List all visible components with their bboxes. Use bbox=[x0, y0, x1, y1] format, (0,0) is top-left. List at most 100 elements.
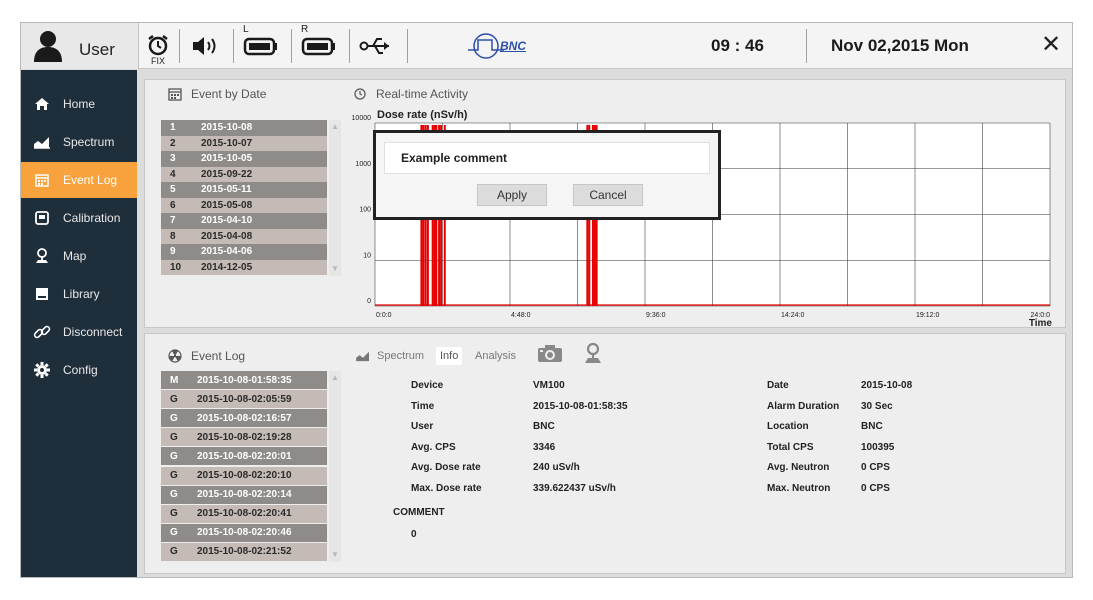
link-icon bbox=[33, 323, 51, 341]
sidebar-item-library[interactable]: Library bbox=[21, 276, 137, 312]
info-label: Max. Neutron bbox=[767, 482, 831, 494]
info-label: User bbox=[411, 421, 434, 432]
y-tick-label: 10 bbox=[363, 252, 371, 259]
close-button[interactable]: ✕ bbox=[1036, 30, 1066, 60]
tab-analysis[interactable]: Analysis bbox=[475, 347, 516, 365]
radiation-icon bbox=[167, 348, 183, 364]
row-type: G bbox=[170, 527, 178, 539]
y-tick-label: 0 bbox=[367, 298, 371, 305]
sidebar-item-config[interactable]: Config bbox=[21, 352, 137, 388]
gear-icon bbox=[33, 361, 51, 379]
sidebar-item-label: Event Log bbox=[63, 173, 118, 187]
row-type: G bbox=[170, 470, 178, 481]
row-time: 2015-10-08-02:16:57 bbox=[197, 412, 292, 424]
alarm-clock-icon bbox=[148, 35, 168, 56]
separator bbox=[179, 29, 180, 63]
info-label: Avg. CPS bbox=[411, 441, 456, 453]
sidebar-item-map[interactable]: Map bbox=[21, 238, 137, 274]
list-item[interactable]: G 2015-10-08-02:20:01 bbox=[161, 447, 327, 466]
alarm-fix-icon[interactable]: FIX bbox=[145, 28, 171, 66]
separator bbox=[806, 29, 807, 63]
info-value: 2015-10-08-01:58:35 bbox=[533, 400, 628, 412]
spectrum-icon bbox=[356, 351, 369, 362]
info-label: Max. Dose rate bbox=[411, 482, 482, 494]
info-value: 0 CPS bbox=[861, 482, 890, 494]
tab-analysis-label: Analysis bbox=[475, 350, 516, 362]
cancel-button[interactable]: Cancel bbox=[573, 184, 643, 206]
fix-label: FIX bbox=[150, 56, 165, 66]
scroll-down-icon[interactable]: ▼ bbox=[330, 550, 340, 560]
info-label: Avg. Neutron bbox=[767, 462, 830, 473]
scroll-up-icon[interactable]: ▲ bbox=[330, 373, 340, 383]
top-bar: User FIX L R BNC 09: 46 Nov 02,2015 Mon… bbox=[21, 23, 1072, 69]
list-item[interactable]: G 2015-10-08-02:20:46 bbox=[161, 523, 327, 542]
info-label: Time bbox=[411, 400, 435, 412]
bnc-logo: BNC bbox=[451, 28, 541, 64]
list-item[interactable]: G 2015-10-08-02:05:59 bbox=[161, 390, 327, 409]
event-log-scrollbar[interactable]: ▲ ▼ bbox=[329, 371, 341, 562]
event-log-list: M 2015-10-08-01:58:35 G 2015-10-08-02:05:59… bbox=[161, 371, 341, 567]
comment-label: COMMENT bbox=[393, 507, 445, 518]
list-item[interactable]: G 2015-10-08-02:20:10 bbox=[161, 466, 327, 485]
list-item[interactable]: G 2015-10-08-02:20:41 bbox=[161, 504, 327, 523]
tab-info-label: Info bbox=[440, 350, 459, 362]
info-label: Total CPS bbox=[767, 441, 814, 453]
usb-icon bbox=[357, 28, 397, 64]
separator bbox=[233, 29, 234, 63]
sidebar-item-calibration[interactable]: Calibration bbox=[21, 200, 137, 236]
clock-date: Nov 02,2015 Mon bbox=[831, 36, 969, 55]
tab-location[interactable] bbox=[582, 342, 604, 363]
sidebar-item-label: Library bbox=[63, 287, 100, 301]
calendar-icon bbox=[33, 171, 51, 189]
spectrum-icon bbox=[33, 133, 51, 151]
row-time: 2015-10-08-02:20:10 bbox=[197, 470, 292, 481]
info-value: 240 uSv/h bbox=[533, 462, 580, 473]
user-button[interactable]: User bbox=[21, 23, 139, 69]
speaker-icon[interactable] bbox=[189, 28, 223, 64]
list-item[interactable]: G 2015-10-08-02:19:28 bbox=[161, 428, 327, 447]
tab-info[interactable]: Info bbox=[436, 347, 463, 365]
right-battery-label: R bbox=[301, 24, 309, 35]
row-type: G bbox=[170, 431, 178, 443]
info-value: 339.622437 uSv/h bbox=[533, 482, 616, 494]
row-time: 2015-10-08-02:20:01 bbox=[197, 450, 292, 462]
y-tick-label: 100 bbox=[359, 207, 371, 214]
row-time: 2015-10-08-02:05:59 bbox=[197, 393, 292, 405]
bnc-label: BNC bbox=[500, 39, 526, 53]
info-value: 30 Sec bbox=[861, 400, 893, 412]
list-item[interactable]: M 2015-10-08-01:58:35 bbox=[161, 371, 327, 389]
tab-camera[interactable] bbox=[537, 344, 563, 362]
clock-time: 09 : 46 bbox=[711, 36, 764, 55]
info-label: Alarm Duration bbox=[767, 400, 840, 412]
info-value: BNC bbox=[533, 421, 555, 432]
separator bbox=[349, 29, 350, 63]
x-tick-label: 0:0:0 bbox=[376, 312, 392, 319]
user-label: User bbox=[79, 40, 115, 59]
sidebar-item-home[interactable]: Home bbox=[21, 86, 137, 122]
x-tick-label: 9:36:0 bbox=[646, 312, 666, 319]
sidebar-item-label: Spectrum bbox=[63, 135, 115, 149]
list-item[interactable]: G 2015-10-08-02:20:14 bbox=[161, 485, 327, 504]
row-type: M bbox=[170, 374, 179, 386]
x-tick-label: 19:12:0 bbox=[916, 312, 939, 319]
calibration-icon bbox=[33, 209, 51, 227]
row-time: 2015-10-08-02:21:52 bbox=[197, 546, 292, 558]
row-type: G bbox=[170, 489, 178, 501]
row-type: G bbox=[170, 546, 178, 558]
tab-spectrum[interactable]: Spectrum bbox=[355, 347, 424, 365]
home-icon bbox=[33, 95, 51, 113]
row-type: G bbox=[170, 508, 178, 520]
map-pin-icon bbox=[585, 342, 601, 363]
sidebar-item-disconnect[interactable]: Disconnect bbox=[21, 314, 137, 350]
y-tick-label: 10000 bbox=[352, 115, 372, 122]
sidebar-item-spectrum[interactable]: Spectrum bbox=[21, 124, 137, 160]
y-tick-label: 1000 bbox=[355, 161, 371, 168]
apply-button[interactable]: Apply bbox=[477, 184, 547, 206]
comment-input[interactable]: Example comment bbox=[384, 142, 710, 174]
sidebar-item-label: Map bbox=[63, 249, 87, 263]
list-item[interactable]: G 2015-10-08-02:16:57 bbox=[161, 409, 327, 428]
row-time: 2015-10-08-01:58:35 bbox=[197, 374, 292, 386]
sidebar-item-event-log[interactable]: Event Log bbox=[21, 162, 137, 198]
sidebar-item-label: Disconnect bbox=[63, 325, 123, 339]
list-item[interactable]: G 2015-10-08-02:21:52 bbox=[161, 542, 327, 561]
